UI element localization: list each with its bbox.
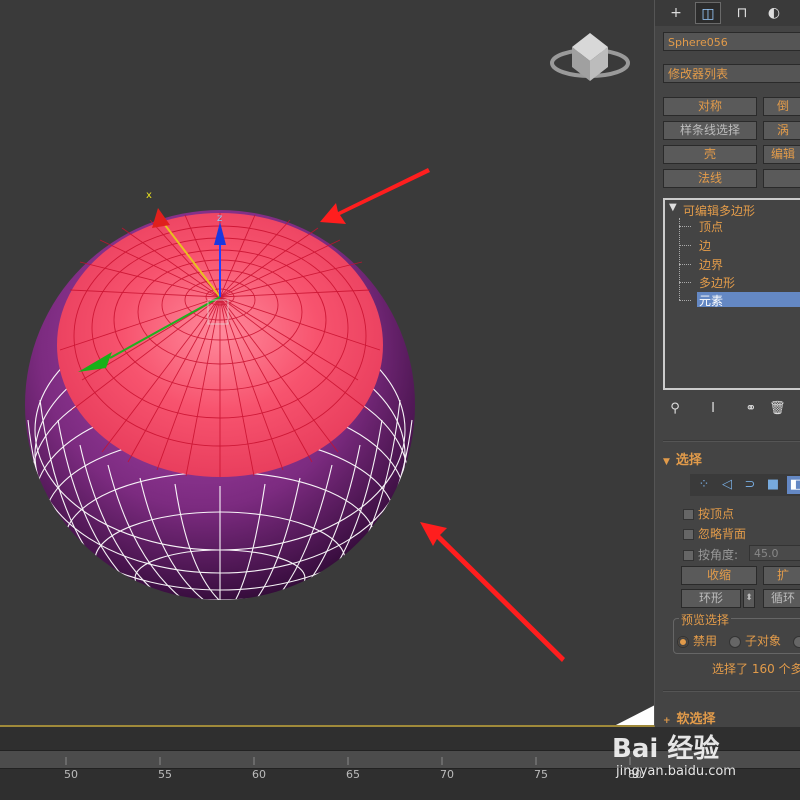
modify-tab-icon[interactable]: ◫ (695, 2, 721, 24)
tree-branch (679, 245, 691, 246)
ignore-backfacing-checkbox[interactable]: 忽略背面 (683, 525, 746, 542)
timeline-tick-label: 75 (534, 768, 548, 781)
selection-rollout-header[interactable]: ▼ 选择 (663, 452, 800, 470)
tree-line (679, 218, 680, 300)
stack-editable-poly[interactable]: 可编辑多边形 (683, 202, 755, 219)
ring-button[interactable]: 环形 (681, 589, 741, 608)
object-name-field[interactable]: Sphere056 (663, 32, 800, 51)
angle-spinner[interactable]: 45.0 (749, 545, 800, 561)
scene: x z (25, 33, 654, 725)
modifier-turbosmooth-button[interactable]: 涡 (763, 121, 800, 140)
border-level-icon[interactable]: ⊃ (741, 476, 759, 494)
modifier-shell-button[interactable]: 壳 (663, 145, 757, 164)
hierarchy-tab-icon[interactable]: ⊓ (729, 2, 755, 24)
corner-fold (615, 705, 654, 725)
polygon-level-icon[interactable]: ■ (764, 476, 782, 494)
tree-branch (679, 300, 691, 301)
pin-stack-icon[interactable]: ⚲ (667, 400, 683, 418)
modifier-list-dropdown[interactable]: 修改器列表 (663, 64, 800, 83)
watermark-url: jingyan.baidu.com (616, 764, 736, 779)
by-vertex-checkbox[interactable]: 按顶点 (683, 505, 734, 522)
stack-item-border[interactable]: 边界 (699, 256, 723, 273)
panel-tab-bar: + ◫ ⊓ ◐ (655, 0, 800, 26)
collapse-triangle-icon: ▼ (663, 457, 670, 467)
selection-rollout-title: 选择 (675, 453, 702, 468)
ring-spinner[interactable]: ⬍ (743, 589, 755, 608)
sphere-object[interactable]: x z (25, 190, 415, 608)
vertex-level-icon[interactable]: ⁘ (695, 476, 713, 494)
stack-item-vertex[interactable]: 顶点 (699, 218, 723, 235)
collapse-triangle-icon[interactable]: ▼ (669, 202, 677, 213)
grow-button[interactable]: 扩 (763, 566, 800, 585)
timeline-tick-label: 65 (346, 768, 360, 781)
timeline-tick-label: 70 (440, 768, 454, 781)
timeline-tick-label: 60 (252, 768, 266, 781)
soft-selection-rollout-header[interactable]: + 软选择 (663, 708, 716, 727)
tree-branch (679, 282, 691, 283)
show-end-result-icon[interactable]: I (705, 400, 721, 418)
by-angle-checkbox[interactable]: 按角度: (683, 546, 738, 563)
create-tab-icon[interactable]: + (663, 2, 689, 24)
modifier-spline-select-button[interactable]: 样条线选择 (663, 121, 757, 140)
tree-branch (679, 264, 691, 265)
element-level-icon[interactable]: ◧ (787, 476, 800, 494)
stack-item-element[interactable]: 元素 (699, 292, 723, 309)
loop-button[interactable]: 循环 (763, 589, 800, 608)
preview-selection-title: 预览选择 (679, 611, 732, 628)
viewcube-icon[interactable] (550, 33, 630, 81)
remove-modifier-icon[interactable]: 🗑 (769, 400, 786, 418)
stack-item-polygon[interactable]: 多边形 (699, 274, 735, 291)
modifier-symmetry-button[interactable]: 对称 (663, 97, 757, 116)
preview-off-radio[interactable]: 禁用 (677, 632, 717, 649)
modifier-chamfer-button[interactable]: 倒 (763, 97, 800, 116)
svg-text:z: z (217, 213, 222, 224)
shrink-button[interactable]: 收缩 (681, 566, 757, 585)
edge-level-icon[interactable]: ◁ (718, 476, 736, 494)
tree-branch (679, 226, 691, 227)
stack-item-edge[interactable]: 边 (699, 237, 711, 254)
divider (663, 440, 800, 442)
baidu-jingyan-logo: Bai 经验 (612, 734, 720, 764)
modifier-extra-button[interactable] (763, 169, 800, 188)
expand-plus-icon: + (663, 716, 671, 726)
modifier-stack[interactable]: ▼ 可编辑多边形 顶点 边 边界 多边形 元素 (663, 198, 800, 390)
svg-text:x: x (146, 190, 152, 201)
timeline-tick-label: 50 (64, 768, 78, 781)
modifier-edit-button[interactable]: 编辑 (763, 145, 800, 164)
preview-subobject-radio[interactable]: 子对象 (729, 632, 781, 649)
make-unique-icon[interactable]: ⚭ (743, 400, 759, 418)
command-panel: + ◫ ⊓ ◐ Sphere056 修改器列表 对称 倒 样条线选择 涡 壳 编… (655, 0, 800, 727)
subobject-level-buttons: ⁘ ◁ ⊃ ■ ◧ (690, 474, 800, 496)
divider (663, 690, 800, 692)
viewport-perspective[interactable]: x z (0, 0, 655, 727)
modifier-normal-button[interactable]: 法线 (663, 169, 757, 188)
timeline-tick-label: 55 (158, 768, 172, 781)
selection-status: 选择了 160 个多边形 (712, 662, 800, 676)
preview-multi-radio[interactable]: 多 (793, 632, 800, 649)
motion-tab-icon[interactable]: ◐ (761, 2, 787, 24)
stack-tools: ⚲ I ⚭ 🗑 (663, 400, 800, 420)
